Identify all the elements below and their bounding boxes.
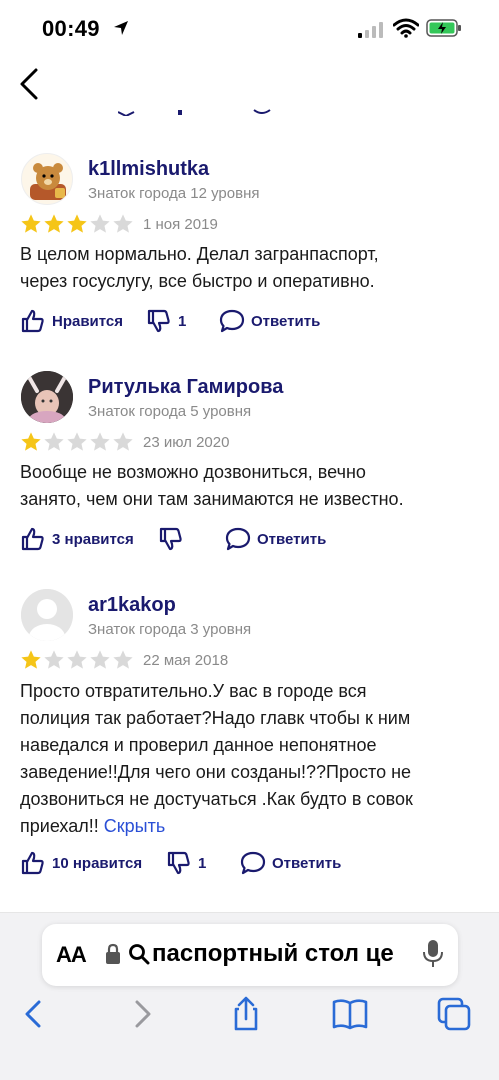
review-text: В целом нормально. Делал загранпаспорт, …	[20, 244, 379, 291]
review-text: Вообще не возможно дозвониться, вечно за…	[20, 462, 404, 509]
dislike-button[interactable]	[158, 524, 184, 554]
review-date: 22 мая 2018	[143, 652, 229, 669]
bookmarks-icon[interactable]	[330, 994, 370, 1034]
star-filled-icon	[44, 214, 64, 233]
back-chevron-icon[interactable]	[16, 66, 42, 102]
reviewer-name[interactable]: k1llmishutka	[88, 158, 209, 181]
reviewer-name[interactable]: ar1kakop	[88, 594, 176, 617]
reply-label: Ответить	[251, 312, 321, 330]
thumbs-down-icon	[159, 527, 182, 551]
review-item: ar1kakop Знаток города 3 уровня 22 мая 2…	[0, 584, 499, 894]
dislike-button[interactable]: 1	[146, 306, 186, 336]
rating-stars	[20, 649, 134, 671]
lock-icon	[106, 943, 120, 964]
dislike-count: 1	[178, 312, 187, 330]
star-empty-icon	[113, 650, 133, 669]
reviewer-name[interactable]: Ритулька Гамирова	[88, 376, 283, 399]
star-filled-icon	[21, 432, 41, 451]
like-label: 10 нравится	[52, 854, 143, 872]
star-empty-icon	[67, 432, 87, 451]
reply-button[interactable]: Ответить	[240, 848, 341, 878]
thumbs-up-icon	[21, 527, 44, 551]
reply-label: Ответить	[257, 530, 327, 548]
share-icon[interactable]	[226, 994, 266, 1034]
review-actions: Нравится 1 Ответить	[20, 306, 480, 336]
like-button[interactable]: Нравится	[20, 306, 123, 336]
star-empty-icon	[44, 650, 64, 669]
location-arrow-icon	[114, 21, 128, 35]
tabs-icon[interactable]	[434, 994, 474, 1034]
star-empty-icon	[67, 650, 87, 669]
search-icon	[129, 944, 150, 965]
review-actions: 3 нравится Ответить	[20, 524, 480, 554]
back-arrow-icon[interactable]	[14, 994, 54, 1034]
reply-label: Ответить	[272, 854, 342, 872]
thumbs-up-icon	[21, 851, 44, 875]
review-date: 23 июл 2020	[143, 434, 230, 451]
star-empty-icon	[90, 650, 110, 669]
comment-bubble-icon	[225, 527, 251, 551]
review-item: k1llmishutka Знаток города 12 уровня 1 н…	[0, 148, 499, 348]
star-empty-icon	[90, 214, 110, 233]
microphone-icon[interactable]	[422, 939, 444, 969]
review-actions: 10 нравится 1 Ответить	[20, 848, 480, 878]
bear-avatar-icon	[30, 163, 66, 200]
rating-stars	[20, 213, 134, 235]
thumbs-down-icon	[147, 309, 170, 333]
comment-bubble-icon	[219, 309, 245, 333]
star-filled-icon	[21, 214, 41, 233]
avatar[interactable]	[21, 153, 73, 205]
star-empty-icon	[113, 214, 133, 233]
cellular-signal-icon	[358, 22, 383, 38]
reviewer-level: Знаток города 5 уровня	[88, 403, 252, 420]
star-empty-icon	[44, 432, 64, 451]
avatar[interactable]	[21, 371, 73, 423]
comment-bubble-icon	[240, 851, 266, 875]
review-item: Ритулька Гамирова Знаток города 5 уровня…	[0, 366, 499, 566]
default-user-icon	[21, 589, 73, 641]
address-bar[interactable]: AA паспортный стол це	[42, 924, 458, 986]
status-time: 00:49	[42, 16, 100, 41]
rating-stars	[20, 431, 134, 453]
address-text[interactable]: паспортный стол це	[152, 940, 442, 968]
star-filled-icon	[21, 650, 41, 669]
thumbs-up-icon	[21, 309, 44, 333]
thumbs-down-icon	[167, 851, 190, 875]
review-date: 1 ноя 2019	[143, 216, 218, 233]
forward-arrow-icon[interactable]	[122, 994, 162, 1034]
like-label: Нравится	[52, 312, 124, 330]
battery-charging-icon	[426, 19, 461, 37]
reply-button[interactable]: Ответить	[219, 306, 320, 336]
dislike-count: 1	[198, 854, 207, 872]
wifi-icon	[393, 18, 419, 38]
previous-content-remnant	[118, 109, 271, 116]
star-empty-icon	[90, 432, 110, 451]
reviewer-level: Знаток города 3 уровня	[88, 621, 252, 638]
like-label: 3 нравится	[52, 530, 134, 548]
user-photo-icon	[21, 371, 73, 423]
reviewer-level: Знаток города 12 уровня	[88, 185, 260, 202]
like-button[interactable]: 10 нравится	[20, 848, 142, 878]
review-text: Просто отвратительно.У вас в городе вся …	[20, 681, 413, 836]
status-bar: 00:49	[0, 0, 499, 60]
reply-button[interactable]: Ответить	[225, 524, 326, 554]
avatar[interactable]	[21, 589, 73, 641]
like-button[interactable]: 3 нравится	[20, 524, 134, 554]
dislike-button[interactable]: 1	[166, 848, 206, 878]
star-empty-icon	[113, 432, 133, 451]
hide-link[interactable]: Скрыть	[104, 816, 165, 836]
reader-settings-button[interactable]: AA	[56, 942, 87, 968]
star-filled-icon	[67, 214, 87, 233]
